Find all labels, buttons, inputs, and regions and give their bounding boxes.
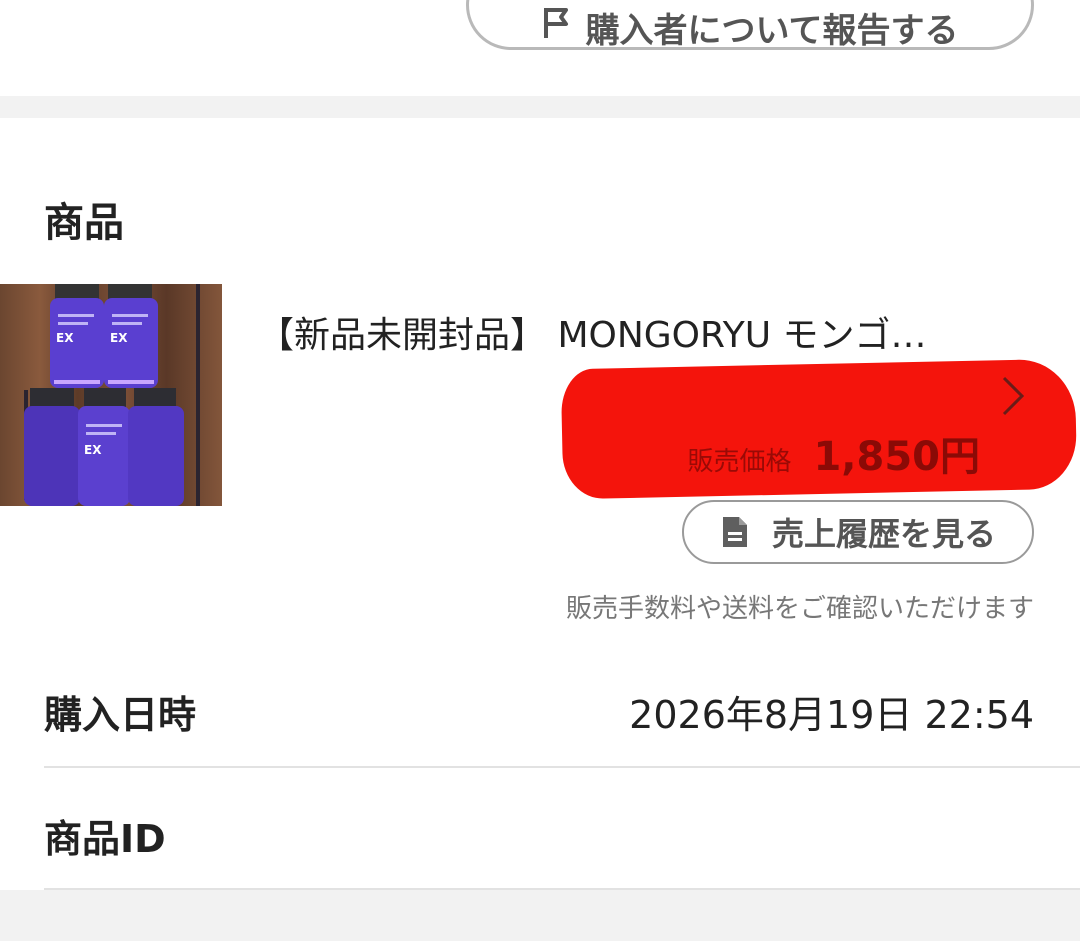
purchase-date-value: 2026年8月19日 22:54 bbox=[629, 693, 1034, 737]
bottle-label-ex: EX bbox=[56, 331, 74, 345]
section-title: 商品 bbox=[44, 200, 124, 246]
product-thumbnail[interactable]: EX EX EX bbox=[0, 284, 222, 506]
report-buyer-button[interactable]: 購入者について報告する bbox=[466, 0, 1034, 51]
section-separator bbox=[0, 96, 1080, 118]
divider bbox=[44, 766, 1080, 768]
item-id-label: 商品ID bbox=[44, 817, 166, 861]
bottom-separator bbox=[0, 890, 1080, 941]
document-icon bbox=[722, 517, 747, 547]
flag-icon bbox=[543, 8, 568, 38]
purchase-date-label: 購入日時 bbox=[44, 693, 197, 737]
chevron-right-icon[interactable] bbox=[998, 374, 1028, 418]
sales-history-label: 売上履歴を見る bbox=[771, 515, 996, 553]
product-name[interactable]: 【新品未開封品】 MONGORYU モンゴ… bbox=[258, 306, 1018, 358]
price-label: 販売価格 bbox=[687, 447, 792, 477]
fee-note: 販売手数料や送料をご確認いただけます bbox=[565, 594, 1034, 624]
bottle-label-ex: EX bbox=[84, 443, 102, 457]
product-bottles-image: EX EX EX bbox=[24, 284, 200, 506]
price-row: 販売価格 1,850円 bbox=[620, 424, 980, 482]
report-buyer-label: 購入者について報告する bbox=[585, 10, 959, 51]
bottle-label-ex: EX bbox=[110, 331, 128, 345]
sales-history-button[interactable]: 売上履歴を見る bbox=[682, 500, 1034, 564]
price-value: 1,850円 bbox=[813, 434, 980, 480]
